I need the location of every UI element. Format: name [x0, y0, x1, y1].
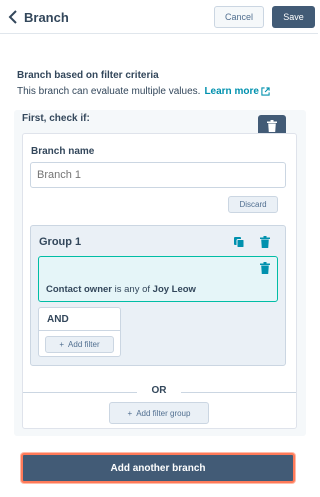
add-filter-group-button[interactable]: + Add filter group — [109, 402, 209, 424]
or-divider: OR — [23, 384, 296, 400]
add-filter-label: Add filter — [68, 340, 100, 349]
and-box: AND + Add filter — [38, 307, 121, 357]
page-title: Branch — [24, 9, 69, 25]
add-filter-group-label: Add filter group — [136, 408, 191, 418]
panel-header: Branch Cancel Save — [0, 0, 318, 34]
section-title: Branch based on filter criteria — [17, 70, 159, 81]
trash-icon — [267, 120, 277, 132]
discard-button[interactable]: Discard — [228, 196, 278, 213]
filter-summary: Contact owner is any of Joy Leow — [46, 284, 196, 295]
copy-icon[interactable] — [233, 236, 245, 248]
or-label: OR — [151, 385, 167, 396]
first-check-label: First, check if: — [22, 113, 90, 124]
branch-name-input[interactable] — [30, 162, 286, 188]
filter-operator: is any of — [114, 284, 151, 295]
save-button[interactable]: Save — [272, 6, 315, 28]
external-link-icon — [261, 87, 270, 96]
add-another-branch-button[interactable]: Add another branch — [21, 453, 295, 483]
learn-more-label: Learn more — [204, 86, 259, 97]
plus-icon: + — [59, 340, 65, 349]
plus-icon: + — [127, 408, 133, 418]
branch-panel: First, check if: Branch name Discard Gro… — [14, 110, 306, 436]
trash-icon[interactable] — [260, 262, 270, 274]
cancel-button[interactable]: Cancel — [214, 6, 264, 28]
back-button[interactable]: Branch — [8, 8, 69, 26]
divider — [39, 330, 120, 331]
chevron-left-icon — [8, 10, 17, 24]
and-label: AND — [47, 314, 69, 325]
trash-icon[interactable] — [259, 236, 271, 248]
learn-more-link[interactable]: Learn more — [204, 86, 270, 97]
branch-card: Branch name Discard Group 1 Contact owne… — [22, 133, 297, 429]
section-description: This branch can evaluate multiple values… — [17, 86, 270, 97]
filter-value: Joy Leow — [152, 284, 196, 295]
filter-group: Group 1 Contact owner is any of Joy Leow… — [30, 225, 286, 366]
filter-property: Contact owner — [46, 284, 112, 295]
divider-line — [181, 392, 296, 393]
filter-card[interactable]: Contact owner is any of Joy Leow — [38, 256, 278, 302]
group-title: Group 1 — [39, 236, 82, 248]
divider-line — [23, 392, 137, 393]
description-text: This branch can evaluate multiple values… — [17, 86, 201, 97]
add-filter-button[interactable]: + Add filter — [45, 336, 114, 353]
branch-name-label: Branch name — [31, 146, 95, 157]
